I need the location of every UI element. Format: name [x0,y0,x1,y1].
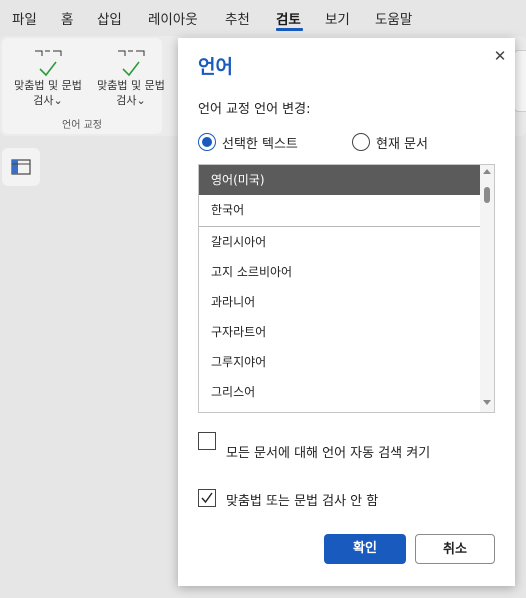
navigation-pane-icon [11,159,31,179]
menu-layout[interactable]: 레이아웃 [148,8,198,28]
spellcheck-label-line1: 맞춤법 및 문법 [97,79,165,92]
spellcheck-label-line1: 맞춤법 및 문법 [14,79,82,92]
list-scrollbar[interactable] [480,165,494,412]
checkmark-icon [201,492,213,504]
scroll-thumb[interactable] [484,187,490,203]
no-spellcheck-checkbox-row[interactable]: 맞춤법 또는 문법 검사 안 함 [198,489,378,509]
scroll-down-icon[interactable] [483,400,491,405]
auto-detect-label: 모든 문서에 대해 언어 자동 검색 켜기 [226,446,431,461]
language-dialog: 언어 ✕ 언어 교정 언어 변경: 선택한 텍스트 현재 문서 영어(미국) 한… [178,38,515,586]
checkmark-icon [92,60,170,78]
spellcheck-label-line2: 검사 [116,94,137,107]
list-item-korean[interactable]: 한국어 [199,195,481,225]
close-button[interactable]: ✕ [490,46,510,66]
chevron-down-icon: ⌄ [53,94,63,107]
ok-button[interactable]: 확인 [324,534,406,564]
spellcheck-icon [9,48,87,60]
close-icon: ✕ [493,47,507,65]
menu-review[interactable]: 검토 [276,8,301,28]
spellcheck-label-line2: 검사 [33,94,54,107]
radio-current-document[interactable]: 현재 문서 [352,131,428,153]
no-spellcheck-label: 맞춤법 또는 문법 검사 안 함 [226,494,379,509]
cancel-button[interactable]: 취소 [415,534,495,564]
spellcheck-button-2[interactable]: 맞춤법 및 문법 검사⌄ [92,48,170,108]
spellcheck-button-1[interactable]: 맞춤법 및 문법 검사⌄ [9,48,87,108]
auto-detect-checkbox-row[interactable]: 모든 문서에 대해 언어 자동 검색 켜기 [198,432,430,461]
radio-current-document-label: 현재 문서 [376,136,428,152]
list-item-greek[interactable]: 그리스어 [199,377,481,407]
list-item-georgian[interactable]: 그루지야어 [199,347,481,377]
dialog-title: 언어 [198,56,233,78]
no-spellcheck-checkbox[interactable] [198,489,216,507]
scroll-up-icon[interactable] [483,169,491,174]
section-label: 언어 교정 언어 변경: [198,102,311,117]
checkmark-icon [9,60,87,78]
list-item-guarani[interactable]: 과라니어 [199,287,481,317]
menu-help[interactable]: 도움말 [375,8,412,28]
list-item-galician[interactable]: 갈리시아어 [199,227,481,257]
menu-home[interactable]: 홈 [61,8,73,28]
menu-recommend[interactable]: 추천 [225,8,250,28]
radio-button-unchecked[interactable] [352,133,370,151]
list-item-gujarati[interactable]: 구자라트어 [199,317,481,347]
list-item-english-us[interactable]: 영어(미국) [199,165,481,195]
active-tab-indicator [276,28,303,31]
menu-file[interactable]: 파일 [12,8,37,28]
radio-button-checked[interactable] [198,133,216,151]
list-item-upper-sorbian[interactable]: 고지 소르비아어 [199,257,481,287]
menu-insert[interactable]: 삽입 [97,8,122,28]
radio-selected-text[interactable]: 선택한 텍스트 [198,131,298,153]
menu-view[interactable]: 보기 [325,8,350,28]
ribbon-overflow-button[interactable] [514,50,526,112]
spellcheck-icon [92,48,170,60]
chevron-down-icon: ⌄ [136,94,146,107]
language-listbox[interactable]: 영어(미국) 한국어 갈리시아어 고지 소르비아어 과라니어 구자라트어 그루지… [198,164,495,413]
ribbon-group-label: 언어 교정 [62,120,102,131]
auto-detect-checkbox[interactable] [198,432,216,450]
navigation-pane-button[interactable] [2,148,40,186]
menu-bar: 파일 홈 삽입 레이아웃 추천 검토 보기 도움말 [0,0,526,34]
radio-selected-text-label: 선택한 텍스트 [222,136,298,152]
